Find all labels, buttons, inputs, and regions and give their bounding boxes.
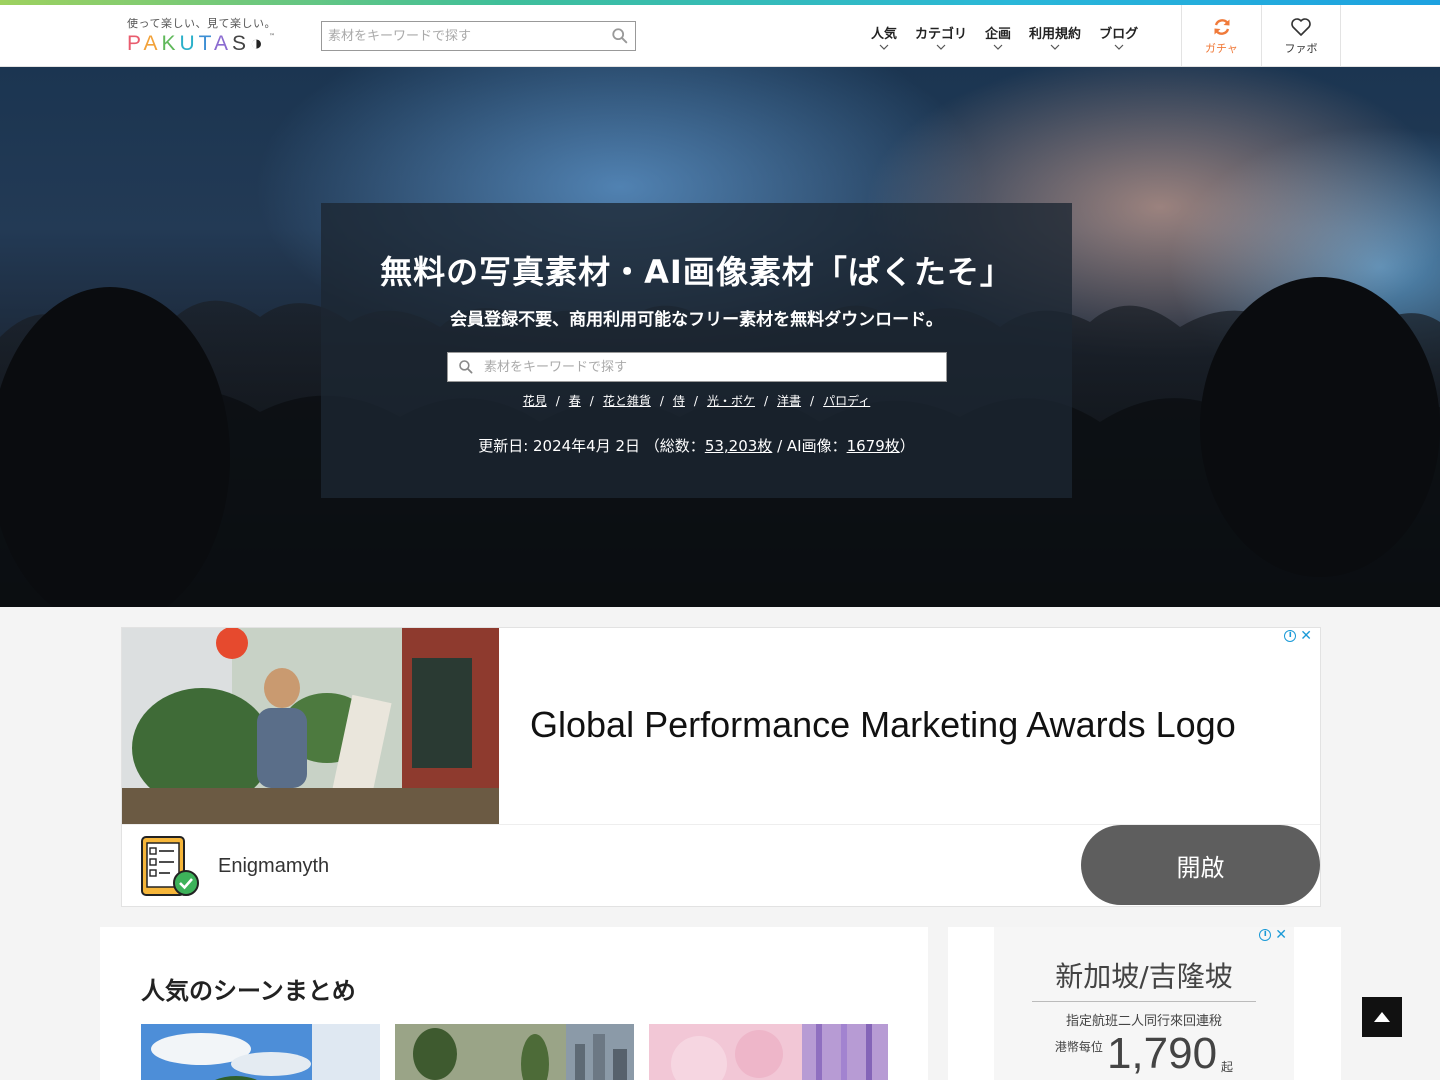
chevron-down-icon xyxy=(879,44,889,50)
nav-item-popular[interactable]: 人気 xyxy=(862,5,906,67)
side-ad-creative[interactable]: 新加坡/吉隆坡 指定航班二人同行來回連稅 港幣每位 1,790 起 xyxy=(994,927,1294,1080)
favorites-button[interactable]: ファボ xyxy=(1261,5,1341,67)
info-icon[interactable]: i xyxy=(1284,630,1297,642)
nav-item-label: 企画 xyxy=(985,26,1012,42)
nav-item-label: カテゴリ xyxy=(915,26,968,42)
gacha-button[interactable]: ガチャ xyxy=(1181,5,1261,67)
hero-search-input[interactable] xyxy=(484,353,939,381)
tag-link[interactable]: 侍 xyxy=(673,394,685,408)
section-title: 人気のシーンまとめ xyxy=(141,977,356,1005)
logo-trademark: ™ xyxy=(269,33,275,40)
logo-letter: P xyxy=(127,32,144,55)
logo-o-mark: ◑ xyxy=(249,32,267,55)
chevron-down-icon xyxy=(1050,44,1060,50)
close-icon[interactable]: ✕ xyxy=(1275,928,1287,942)
price-suffix: 起 xyxy=(1221,1060,1234,1074)
price-prefix: 港幣每位 xyxy=(1054,1040,1103,1054)
tag-separator: / xyxy=(810,394,815,408)
nav-item-terms[interactable]: 利用規約 xyxy=(1020,5,1090,67)
side-ad-price: 港幣每位 1,790 起 xyxy=(994,1031,1294,1077)
tag-link[interactable]: 花と雑貨 xyxy=(603,394,651,408)
ad-painter-image xyxy=(122,628,499,824)
back-to-top-button[interactable] xyxy=(1362,997,1402,1037)
heart-icon xyxy=(1291,17,1311,36)
arrow-up-icon xyxy=(1374,1012,1390,1022)
scene-thumbnail-city[interactable] xyxy=(395,1024,634,1080)
scene-thumbnail-sky[interactable] xyxy=(141,1024,380,1080)
site-header: 使って楽しい、見て楽しい。 PAKUTAS◑ ™ 人気 カテゴリ 企画 利用規約… xyxy=(0,5,1440,67)
nav-item-blog[interactable]: ブログ xyxy=(1090,5,1147,67)
search-icon[interactable] xyxy=(611,27,629,45)
logo-letter: T xyxy=(198,32,214,55)
ad-choices[interactable]: i ✕ xyxy=(1259,928,1287,942)
gacha-label: ガチャ xyxy=(1205,41,1238,55)
close-icon[interactable]: ✕ xyxy=(1300,629,1312,643)
tag-link[interactable]: 洋書 xyxy=(777,394,801,408)
header-search-input[interactable] xyxy=(322,22,602,50)
tag-separator: / xyxy=(693,394,698,408)
ad-footer: Enigmamyth 開啟 xyxy=(122,824,1320,907)
nav-item-label: 人気 xyxy=(871,26,898,42)
hero-panel: 無料の写真素材・AI画像素材「ぱくたそ」 会員登録不要、商用利用可能なフリー素材… xyxy=(321,203,1072,498)
popular-scenes-section: 人気のシーンまとめ xyxy=(100,927,928,1080)
site-logo[interactable]: 使って楽しい、見て楽しい。 PAKUTAS◑ ™ xyxy=(127,15,277,59)
checklist-app-icon xyxy=(141,836,199,896)
logo-letter: A xyxy=(143,32,162,55)
nav-item-label: 利用規約 xyxy=(1029,26,1082,42)
nav-item-label: ブログ xyxy=(1099,26,1139,42)
hero-search xyxy=(447,352,947,382)
tag-separator: / xyxy=(763,394,769,408)
tag-link[interactable]: パロディ xyxy=(823,394,870,408)
price-value: 1,790 xyxy=(1106,1029,1218,1078)
side-ad-title: 新加坡/吉隆坡 xyxy=(1055,960,1233,993)
tag-link[interactable]: 光・ボケ xyxy=(707,394,755,408)
ad-open-button[interactable]: 開啟 xyxy=(1081,825,1320,905)
ai-count-prefix: / AI画像： xyxy=(772,437,847,455)
ad-choices[interactable]: i ✕ xyxy=(1284,629,1312,643)
tag-separator: / xyxy=(555,394,560,408)
refresh-icon xyxy=(1214,18,1229,35)
logo-wordmark: PAKUTAS◑ xyxy=(127,32,267,56)
side-ad[interactable]: 新加坡/吉隆坡 指定航班二人同行來回連稅 港幣每位 1,790 起 i ✕ xyxy=(948,927,1341,1080)
tag-separator: / xyxy=(659,394,664,408)
nav-item-projects[interactable]: 企画 xyxy=(976,5,1020,67)
chevron-down-icon xyxy=(993,44,1003,50)
logo-letter: A xyxy=(213,32,232,55)
tag-link[interactable]: 花見 xyxy=(523,394,547,408)
side-ad-subtitle: 指定航班二人同行來回連稅 xyxy=(1065,1014,1222,1029)
scene-thumbnails xyxy=(141,1024,888,1080)
update-date: 更新日: 2024年4月 2日 （総数： xyxy=(478,437,705,455)
ai-count-link[interactable]: 1679枚 xyxy=(847,437,900,455)
tag-separator: / xyxy=(589,394,594,408)
search-icon[interactable] xyxy=(458,359,474,375)
info-icon[interactable]: i xyxy=(1259,929,1272,941)
ad-brand-name[interactable]: Enigmamyth xyxy=(218,855,329,878)
tag-link[interactable]: 春 xyxy=(569,394,581,408)
main-nav: 人気 カテゴリ 企画 利用規約 ブログ xyxy=(862,5,1147,67)
update-suffix: ） xyxy=(899,437,915,455)
side-ad-divider xyxy=(1032,1001,1256,1002)
logo-letter: U xyxy=(179,32,199,55)
scene-thumbnail-flowers[interactable] xyxy=(649,1024,888,1080)
ad-banner[interactable]: Global Performance Marketing Awards Logo… xyxy=(121,627,1321,907)
popular-tags: 花見 / 春 / 花と雑貨 / 侍 / 光・ボケ / 洋書 / パロディ xyxy=(321,392,1072,409)
logo-letter: S xyxy=(231,32,250,55)
nav-item-category[interactable]: カテゴリ xyxy=(906,5,976,67)
hero-banner: 無料の写真素材・AI画像素材「ぱくたそ」 会員登録不要、商用利用可能なフリー素材… xyxy=(0,67,1440,607)
update-info: 更新日: 2024年4月 2日 （総数：53,203枚 / AI画像：1679枚… xyxy=(321,435,1072,456)
logo-tagline: 使って楽しい、見て楽しい。 xyxy=(127,17,276,30)
hero-title: 無料の写真素材・AI画像素材「ぱくたそ」 xyxy=(380,253,1013,291)
logo-letter: K xyxy=(161,32,180,55)
total-count-link[interactable]: 53,203枚 xyxy=(705,437,773,455)
chevron-down-icon xyxy=(1114,44,1123,50)
hero-subtitle: 会員登録不要、商用利用可能なフリー素材を無料ダウンロード。 xyxy=(450,310,943,330)
chevron-down-icon xyxy=(936,44,946,50)
favorites-label: ファボ xyxy=(1284,41,1318,55)
ad-headline[interactable]: Global Performance Marketing Awards Logo xyxy=(530,704,1236,746)
header-search xyxy=(321,21,636,51)
